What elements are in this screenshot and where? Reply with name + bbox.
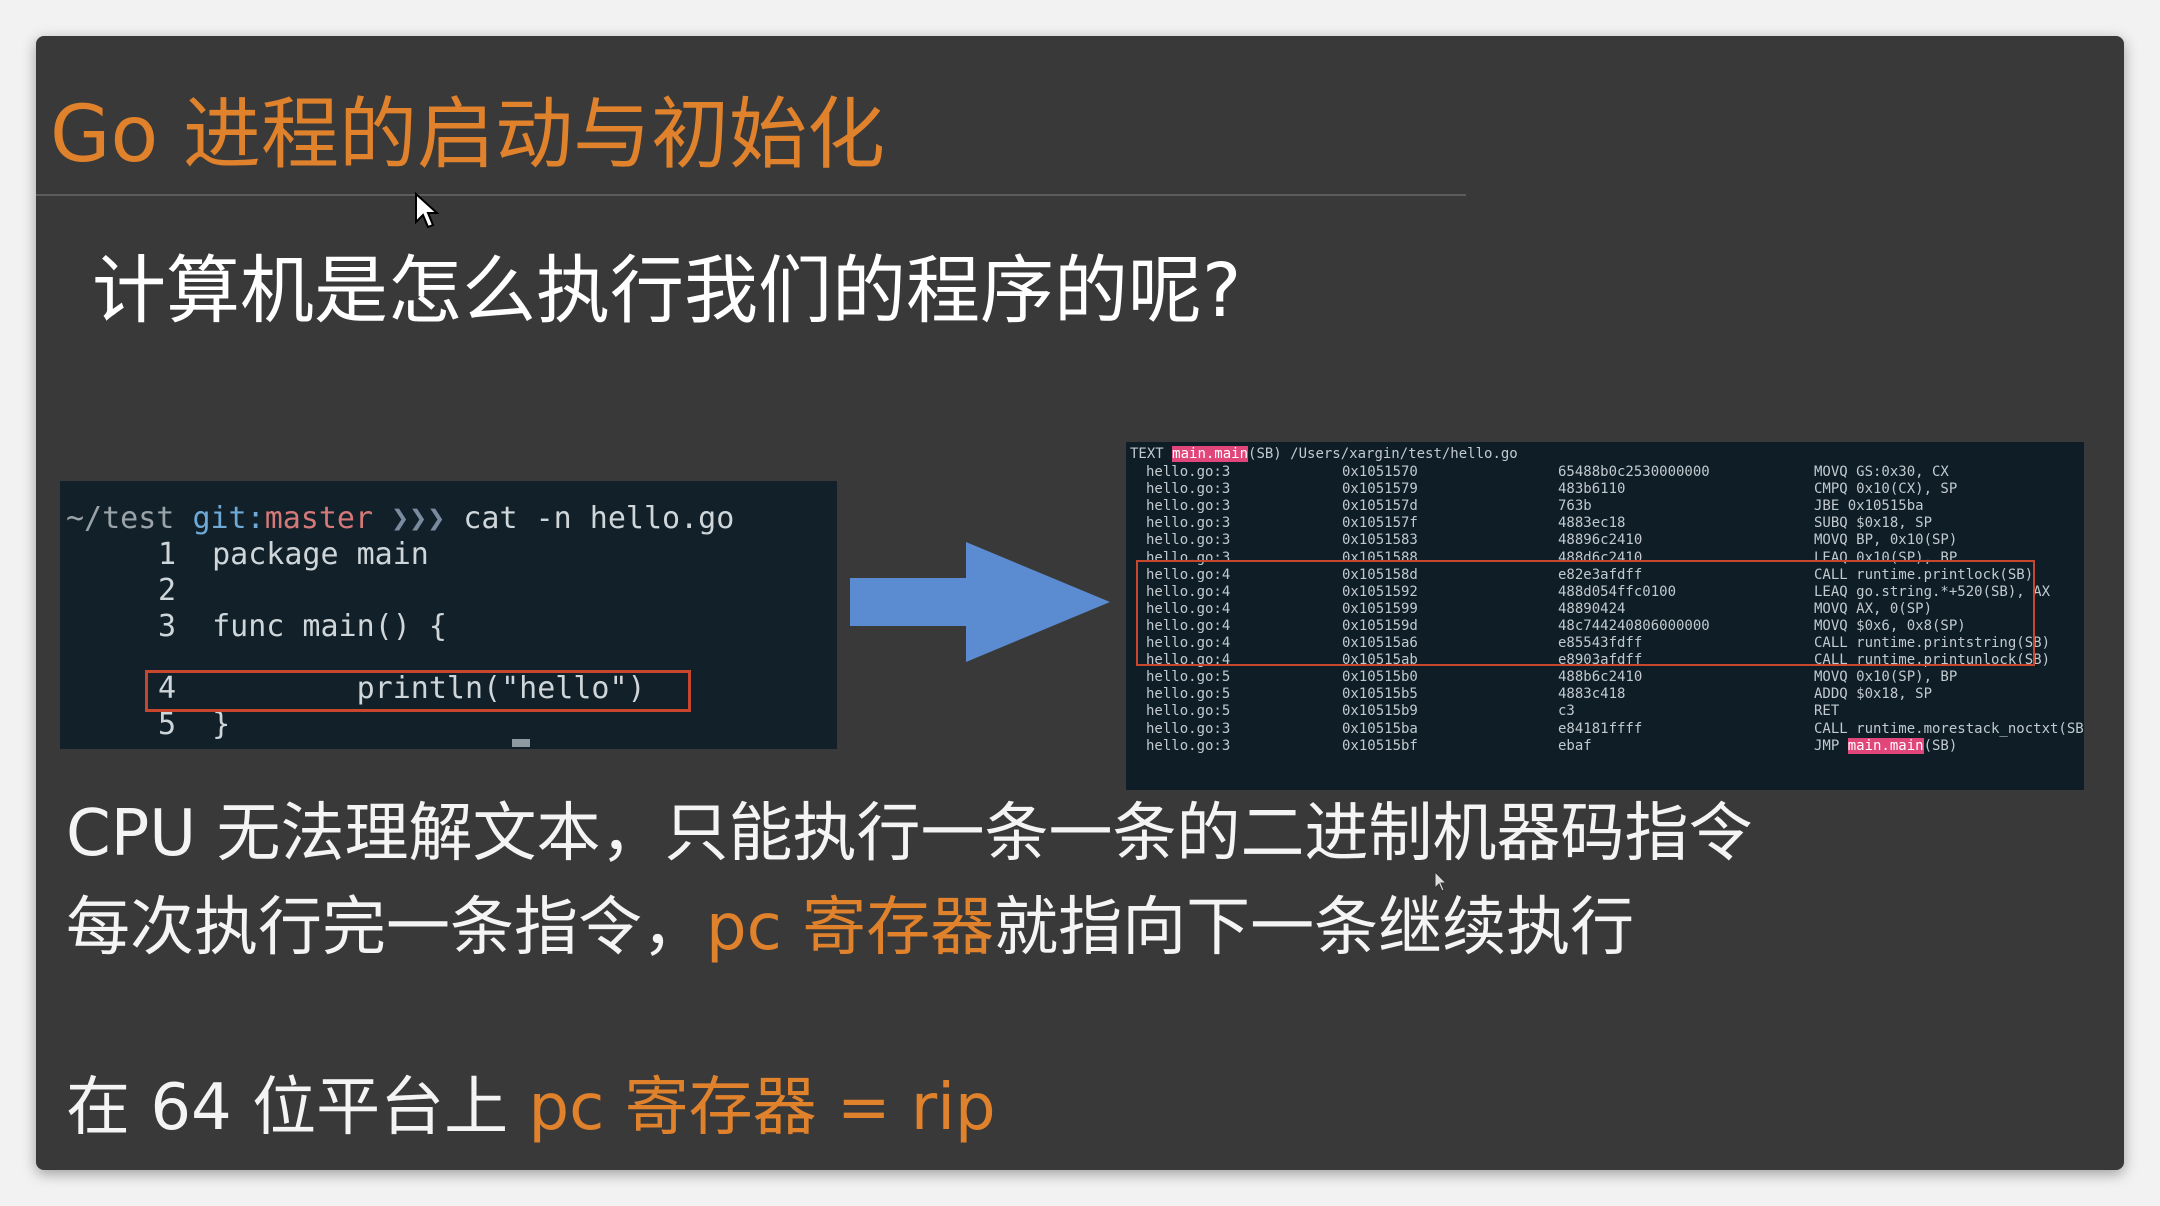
assembly-addr: 0x10515b9 bbox=[1342, 703, 1418, 720]
prompt-path: ~/test bbox=[66, 501, 175, 536]
terminal-prompt-line: ~/test git:master ❯❯❯ cat -n hello.go bbox=[66, 501, 734, 537]
highlight-box bbox=[1136, 560, 2035, 666]
assembly-instr: MOVQ BP, 0x10(SP) bbox=[1814, 532, 1958, 549]
assembly-addr: 0x1051583 bbox=[1342, 532, 1418, 549]
assembly-instr: SUBQ $0x18, SP bbox=[1814, 515, 1933, 532]
assembly-file: hello.go:3 bbox=[1146, 720, 1231, 737]
title-divider bbox=[36, 194, 1466, 196]
line-number: 2 bbox=[157, 573, 176, 608]
mouse-pointer-icon bbox=[415, 192, 440, 229]
terminal-screenshot: ~/test git:master ❯❯❯ cat -n hello.go 1 … bbox=[60, 481, 837, 749]
assembly-file: hello.go:3 bbox=[1146, 498, 1231, 515]
assembly-row: hello.go:3 0x105157d 763b JBE 0x10515ba bbox=[1126, 498, 2084, 515]
assembly-header: TEXT main.main(SB) /Users/xargin/test/he… bbox=[1130, 446, 1518, 462]
assembly-bytes: 4883c418 bbox=[1558, 686, 1626, 703]
assembly-addr: 0x10515bf bbox=[1342, 737, 1418, 754]
assembly-row: hello.go:3 0x1051583 48896c2410 MOVQ BP, 0x… bbox=[1126, 532, 2084, 549]
assembly-instr: JMP main.main(SB) bbox=[1814, 737, 1958, 754]
line-number: 1 bbox=[157, 537, 176, 572]
assembly-file: hello.go:3 bbox=[1146, 532, 1231, 549]
assembly-row: hello.go:3 0x1051579 483b6110 CMPQ 0x10(CX)… bbox=[1126, 481, 2084, 498]
code-line: 3 func main() { bbox=[66, 609, 447, 645]
assembly-instr: ADDQ $0x18, SP bbox=[1814, 686, 1933, 703]
assembly-instr: CALL runtime.morestack_noctxt(SB) bbox=[1814, 720, 2084, 737]
assembly-bytes: 48896c2410 bbox=[1558, 532, 1643, 549]
terminal-command: cat -n hello.go bbox=[463, 501, 735, 536]
assembly-instr: MOVQ GS:0x30, CX bbox=[1814, 464, 1949, 480]
explanation-line-2: 每次执行完一条指令，pc 寄存器就指向下一条继续执行 bbox=[66, 891, 1635, 965]
assembly-addr: 0x105157f bbox=[1342, 515, 1418, 532]
assembly-addr: 0x10515b5 bbox=[1342, 686, 1418, 703]
assembly-bytes: 4883ec18 bbox=[1558, 515, 1626, 532]
symbol-highlight: main.main bbox=[1172, 446, 1249, 462]
assembly-addr: 0x105157d bbox=[1342, 498, 1418, 515]
assembly-bytes: 483b6110 bbox=[1558, 481, 1626, 498]
assembly-bytes: e84181ffff bbox=[1558, 720, 1643, 737]
code-text: func main() { bbox=[212, 609, 447, 644]
assembly-instr: RET bbox=[1814, 703, 1840, 720]
assembly-instr: JBE 0x10515ba bbox=[1814, 498, 1924, 515]
assembly-file: hello.go:5 bbox=[1146, 686, 1231, 703]
assembly-row: hello.go:3 0x105157f 4883ec18 SUBQ $0x18, S… bbox=[1126, 515, 2084, 532]
assembly-bytes: c3 bbox=[1558, 703, 1575, 720]
assembly-instr: CMPQ 0x10(CX), SP bbox=[1814, 481, 1958, 498]
assembly-row: hello.go:5 0x10515b0 488b6c2410 MOVQ 0x10(S… bbox=[1126, 669, 2084, 686]
assembly-addr: 0x10515b0 bbox=[1342, 669, 1418, 686]
assembly-file: hello.go:3 bbox=[1146, 481, 1231, 498]
assembly-file: hello.go:5 bbox=[1146, 703, 1231, 720]
code-text: package main bbox=[212, 537, 429, 572]
slide: Go 进程的启动与初始化 计算机是怎么执行我们的程序的呢? ~/test git… bbox=[36, 36, 2124, 1170]
assembly-row: hello.go:3 0x10515bf ebaf JMP main.main(SB) bbox=[1126, 737, 2084, 755]
slide-question: 计算机是怎么执行我们的程序的呢? bbox=[92, 248, 1242, 334]
assembly-file: hello.go:3 bbox=[1146, 737, 1231, 754]
assembly-bytes: 763b bbox=[1558, 498, 1592, 515]
prompt-branch: master bbox=[264, 501, 374, 536]
assembly-row: hello.go:3 0x1051570 65488b0c2530000000 MOV… bbox=[1126, 464, 2084, 481]
assembly-addr: 0x10515ba bbox=[1342, 720, 1418, 737]
explanation-line-1: CPU 无法理解文本，只能执行一条一条的二进制机器码指令 bbox=[66, 797, 1753, 871]
assembly-file: hello.go:3 bbox=[1146, 515, 1231, 532]
explanation-line-3: 在 64 位平台上 pc 寄存器 = rip bbox=[66, 1071, 996, 1145]
assembly-instr: MOVQ 0x10(SP), BP bbox=[1814, 669, 1958, 686]
assembly-row: hello.go:5 0x10515b5 4883c418 ADDQ $0x18, S… bbox=[1126, 686, 2084, 703]
assembly-file: hello.go:5 bbox=[1146, 669, 1231, 686]
pc-register-term: pc 寄存器 bbox=[706, 891, 995, 965]
code-line: 5 } bbox=[66, 707, 230, 743]
assembly-bytes: ebaf bbox=[1558, 737, 1592, 754]
assembly-bytes: 488b6c2410 bbox=[1558, 669, 1643, 686]
code-line: 1 package main bbox=[66, 537, 429, 573]
assembly-row: hello.go:3 0x10515ba e84181ffff CALL runtim… bbox=[1126, 721, 2084, 738]
code-text: } bbox=[212, 707, 231, 742]
highlight-box bbox=[145, 670, 691, 712]
assembly-screenshot: TEXT main.main(SB) /Users/xargin/test/he… bbox=[1126, 442, 2084, 790]
pc-register-rip: pc 寄存器 = rip bbox=[528, 1071, 996, 1145]
line-number: 5 bbox=[157, 707, 176, 742]
symbol-highlight: main.main bbox=[1847, 737, 1924, 754]
assembly-addr: 0x1051570 bbox=[1342, 464, 1418, 480]
code-line: 2 bbox=[66, 573, 212, 609]
right-arrow-icon bbox=[850, 542, 1110, 662]
slide-title: Go 进程的启动与初始化 bbox=[50, 90, 885, 180]
line-number: 3 bbox=[157, 609, 176, 644]
prompt-arrows: ❯❯❯ bbox=[391, 501, 446, 536]
assembly-file: hello.go:3 bbox=[1146, 464, 1231, 480]
terminal-cursor bbox=[512, 739, 530, 747]
assembly-row: hello.go:5 0x10515b9 c3 RET bbox=[1126, 703, 2084, 720]
assembly-addr: 0x1051579 bbox=[1342, 481, 1418, 498]
assembly-bytes: 65488b0c2530000000 bbox=[1558, 464, 1710, 480]
prompt-git: git: bbox=[192, 501, 265, 536]
mouse-pointer-icon bbox=[1434, 871, 1448, 892]
